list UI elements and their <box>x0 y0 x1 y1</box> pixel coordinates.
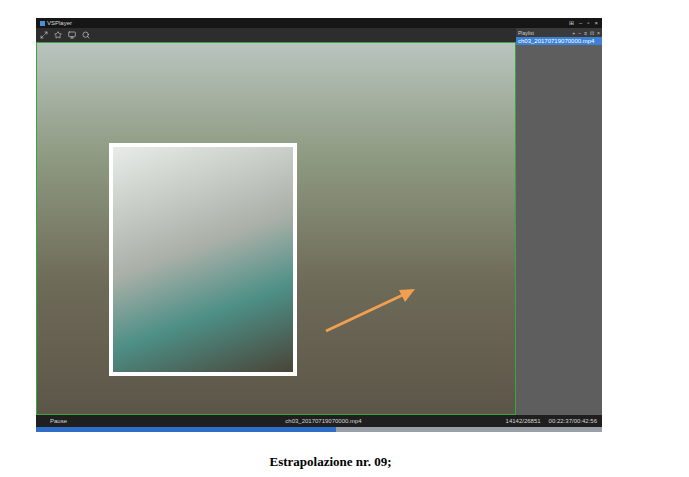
frame-counter: 14142/26851 <box>506 418 541 424</box>
status-right: 14142/26851 00:22:37/00:42:56 <box>362 418 597 424</box>
page: VSPlayer⊞–▫×Playlist+−≡⊡×ch03_2017071907… <box>0 0 689 477</box>
star-icon[interactable] <box>54 31 62 39</box>
video-column <box>36 28 516 415</box>
playlist-controls: +−≡⊡× <box>572 30 600 36</box>
app-icon <box>40 21 45 26</box>
play-state: Pause <box>50 418 285 424</box>
progress-fill <box>36 427 336 432</box>
window-title: VSPlayer <box>47 20 72 26</box>
title-group: VSPlayer <box>40 20 72 26</box>
search-icon[interactable] <box>82 31 90 39</box>
fullscreen-icon[interactable] <box>40 31 48 39</box>
player-window: VSPlayer⊞–▫×Playlist+−≡⊡×ch03_2017071907… <box>36 18 602 432</box>
video-frame[interactable] <box>36 42 516 415</box>
monitor-icon[interactable] <box>68 31 76 39</box>
zoom-inset <box>109 143 297 376</box>
window-control-button[interactable]: ⊞ <box>569 20 574 26</box>
caption: Estrapolazione nr. 09; <box>0 454 689 470</box>
arrow-icon <box>37 43 516 415</box>
playlist-title: Playlist <box>518 30 534 36</box>
playlist-panel: Playlist +−≡⊡×ch03_20170719070000.mp4 <box>516 28 602 415</box>
toolbar <box>36 28 516 42</box>
playlist-control-button[interactable]: + <box>572 30 575 36</box>
main-area: Playlist +−≡⊡×ch03_20170719070000.mp4 <box>36 28 602 415</box>
time-counter: 00:22:37/00:42:56 <box>549 418 597 424</box>
progress-bar[interactable] <box>36 427 602 432</box>
status-bar: Pausech03_20170719070000.mp4 14142/26851 0… <box>36 415 602 427</box>
title-bar: VSPlayer ⊞–▫ × <box>36 18 602 28</box>
playlist-control-button[interactable]: ⊡ <box>590 30 594 36</box>
window-control-button[interactable]: – <box>579 20 582 26</box>
status-file: ch03_20170719070000.mp4 <box>285 418 361 424</box>
window-control-button[interactable]: ▫ <box>587 20 589 26</box>
window-control-button[interactable]: × <box>594 20 598 26</box>
playlist-control-button[interactable]: ≡ <box>584 30 587 36</box>
playlist-control-button[interactable]: × <box>597 30 600 36</box>
playlist-item[interactable]: ch03_20170719070000.mp4 <box>516 37 602 45</box>
playlist-header: Playlist +−≡⊡× <box>516 28 602 37</box>
playlist-control-button[interactable]: − <box>578 30 581 36</box>
window-controls: ⊞–▫ × <box>569 20 598 26</box>
